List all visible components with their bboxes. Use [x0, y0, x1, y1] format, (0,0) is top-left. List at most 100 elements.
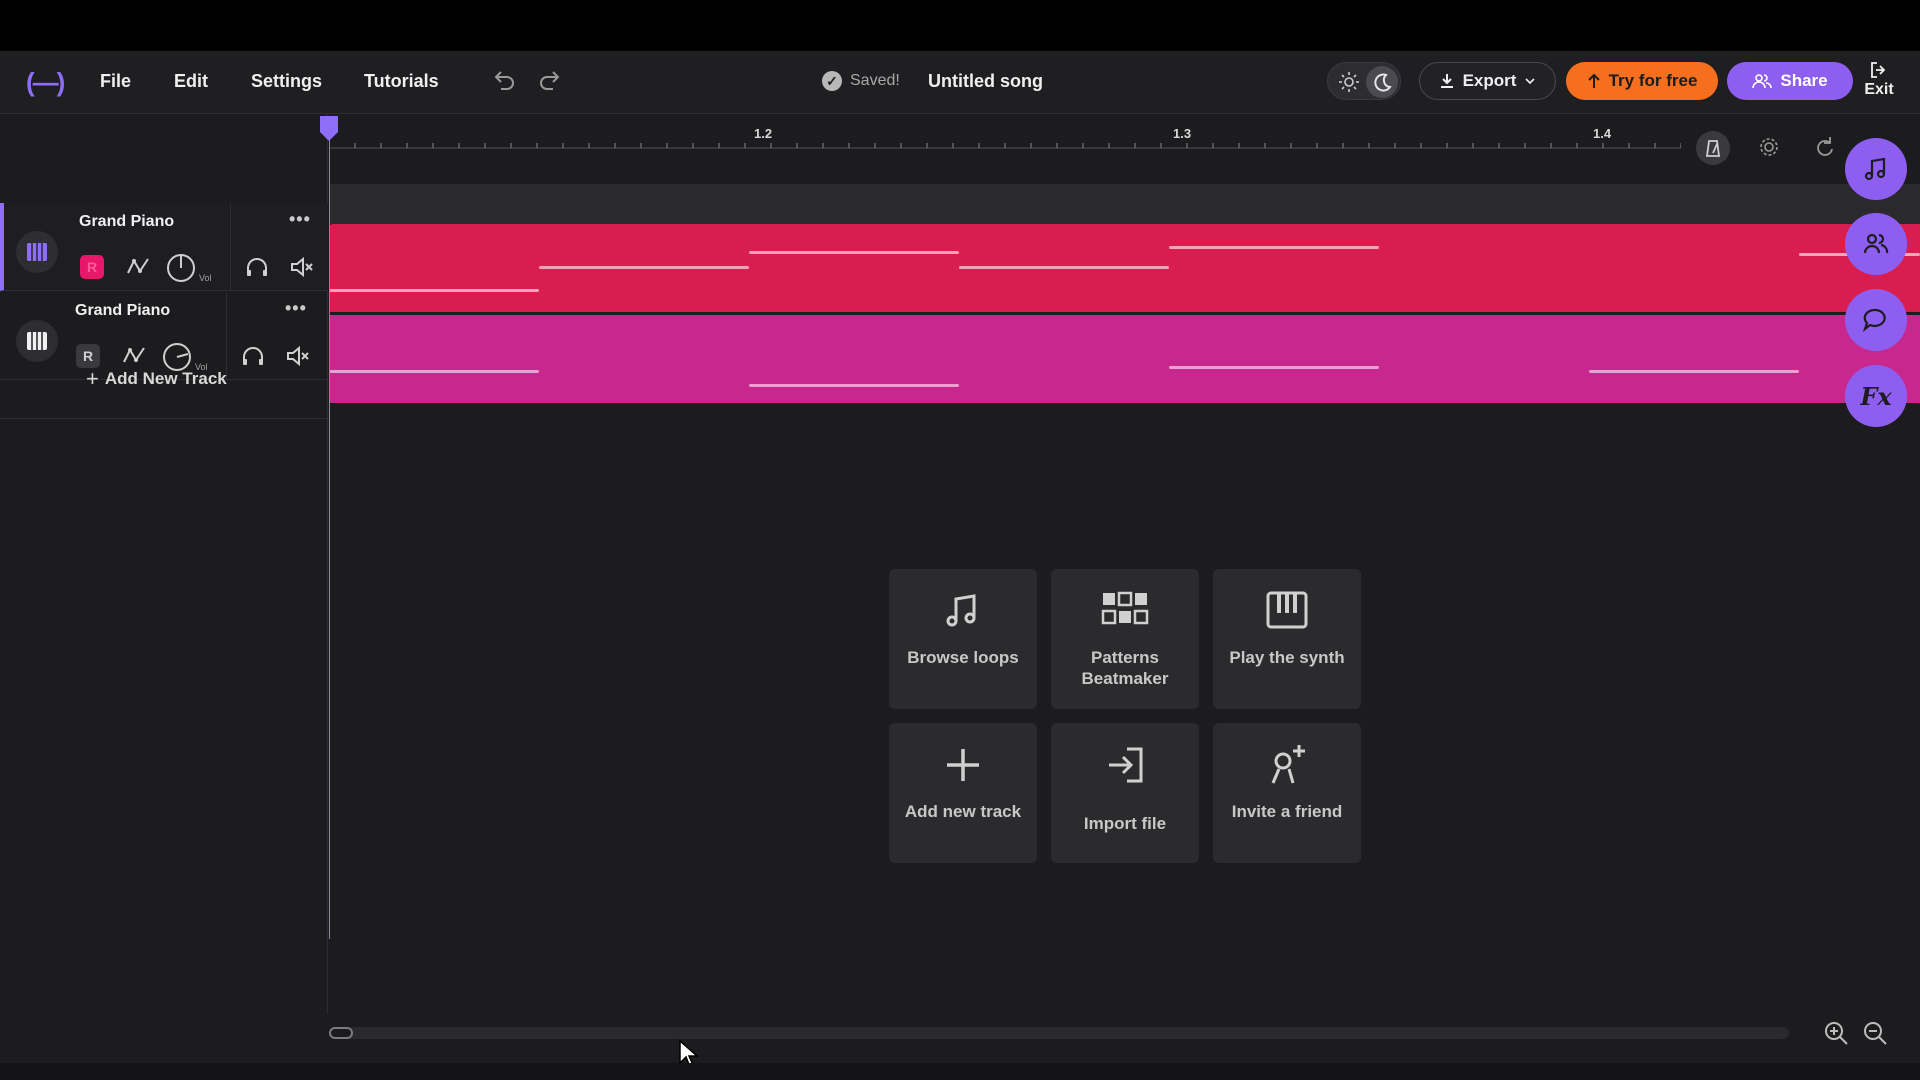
export-button[interactable]: Export — [1419, 62, 1556, 100]
arrow-up-icon — [1587, 73, 1600, 88]
piano-keys-icon — [27, 243, 47, 261]
loop-region[interactable] — [329, 184, 1920, 224]
horizontal-scrollbar[interactable] — [329, 1027, 1789, 1039]
zoom-in-button[interactable] — [1822, 1019, 1850, 1047]
piano-keys-icon — [1266, 591, 1308, 629]
import-file-label: Import file — [1083, 814, 1167, 833]
undo-icon — [494, 71, 514, 90]
midi-note[interactable] — [1589, 370, 1799, 373]
music-note-icon — [946, 594, 976, 627]
record-arm-button[interactable]: R — [80, 255, 104, 279]
settings-button[interactable] — [1753, 131, 1785, 163]
metronome-icon — [1705, 140, 1721, 157]
divider — [230, 203, 231, 291]
mute-button[interactable] — [284, 342, 312, 370]
midi-note[interactable] — [329, 289, 539, 292]
menu-tutorials[interactable]: Tutorials — [364, 71, 439, 92]
scrollbar-thumb[interactable] — [329, 1027, 353, 1039]
add-new-track-card[interactable]: Add new track — [889, 723, 1037, 863]
volume-label: Vol — [199, 273, 212, 283]
track-more-icon[interactable]: ••• — [285, 298, 307, 319]
patterns-beatmaker-card[interactable]: Patterns Beatmaker — [1051, 569, 1199, 709]
loop-button[interactable] — [1808, 131, 1840, 163]
chat-bubble-icon — [1862, 308, 1886, 333]
redo-button[interactable] — [535, 65, 567, 97]
top-toolbar: (—) File Edit Settings Tutorials ✓ Saved… — [0, 51, 1920, 114]
zoom-out-button[interactable] — [1861, 1019, 1889, 1047]
app-logo[interactable]: (—) — [26, 67, 70, 97]
midi-clip-track-2[interactable] — [329, 315, 1920, 403]
track-more-icon[interactable]: ••• — [289, 209, 311, 230]
record-arm-button[interactable]: R — [76, 344, 100, 368]
midi-note[interactable] — [1169, 366, 1379, 369]
midi-note[interactable] — [749, 384, 959, 387]
loop-icon — [1817, 137, 1833, 156]
patterns-beatmaker-label: Patterns Beatmaker — [1081, 648, 1169, 688]
theme-toggle[interactable] — [1327, 62, 1401, 100]
browse-loops-card[interactable]: Browse loops — [889, 569, 1037, 709]
effects-button[interactable]: Fx — [1845, 365, 1907, 427]
add-new-track-label: Add new track — [904, 802, 1022, 821]
user-plus-icon — [1271, 745, 1305, 784]
transport-bar — [0, 1063, 1920, 1080]
midi-note[interactable] — [1169, 246, 1379, 249]
sun-icon — [1339, 72, 1359, 92]
song-title[interactable]: Untitled song — [928, 71, 1043, 92]
add-new-track-button[interactable]: + Add New Track — [86, 366, 227, 392]
automation-button[interactable] — [124, 253, 152, 281]
loops-library-button[interactable] — [1845, 138, 1907, 200]
track-name[interactable]: Grand Piano — [79, 213, 174, 231]
save-status: ✓ Saved! — [822, 71, 900, 91]
menu-file[interactable]: File — [100, 71, 131, 92]
playhead-handle[interactable] — [318, 114, 340, 142]
save-status-label: Saved! — [850, 72, 900, 89]
ruler-label: 1.2 — [754, 126, 773, 141]
share-label: Share — [1780, 71, 1828, 90]
chevron-down-icon — [1525, 78, 1535, 85]
play-the-synth-card[interactable]: Play the synth — [1213, 569, 1361, 709]
track-instrument-icon[interactable] — [16, 320, 58, 362]
grid-pads-icon — [1101, 591, 1149, 625]
track-header-1[interactable]: Grand Piano ••• R Vol — [0, 203, 328, 291]
speaker-mute-icon — [287, 345, 309, 367]
solo-button[interactable] — [239, 342, 267, 370]
headphones-icon — [243, 347, 263, 365]
exit-label: Exit — [1864, 81, 1894, 98]
chat-button[interactable] — [1845, 289, 1907, 351]
menu-settings[interactable]: Settings — [251, 71, 322, 92]
import-file-card[interactable]: Import file — [1051, 723, 1199, 863]
midi-note[interactable] — [749, 251, 959, 254]
exit-button[interactable]: Exit — [1862, 61, 1896, 99]
solo-button[interactable] — [243, 253, 271, 281]
divider — [0, 418, 328, 419]
try-for-free-button[interactable]: Try for free — [1566, 62, 1718, 100]
track-name[interactable]: Grand Piano — [75, 302, 170, 320]
share-button[interactable]: Share — [1727, 62, 1853, 100]
midi-clip-track-1[interactable] — [329, 224, 1920, 312]
timeline-ruler[interactable]: 1.2 1.3 1.4 — [328, 114, 1682, 150]
invite-a-friend-label: Invite a friend — [1231, 802, 1343, 821]
headphones-icon — [247, 258, 267, 276]
ruler-label: 1.4 — [1593, 126, 1612, 141]
plus-icon — [947, 749, 979, 781]
import-icon — [1109, 747, 1143, 783]
menu-edit[interactable]: Edit — [174, 71, 208, 92]
metronome-button[interactable] — [1696, 131, 1730, 165]
fx-icon: Fx — [1860, 381, 1892, 411]
app-window: (—) File Edit Settings Tutorials ✓ Saved… — [0, 51, 1920, 1080]
invite-a-friend-card[interactable]: Invite a friend — [1213, 723, 1361, 863]
zoom-out-icon — [1864, 1022, 1887, 1045]
speaker-mute-icon — [291, 256, 313, 278]
midi-note[interactable] — [329, 370, 539, 373]
knob-icon — [167, 254, 195, 282]
undo-button[interactable] — [487, 65, 519, 97]
midi-note[interactable] — [539, 266, 749, 269]
mute-button[interactable] — [288, 253, 316, 281]
volume-knob[interactable] — [166, 253, 196, 283]
midi-note[interactable] — [959, 266, 1169, 269]
export-label: Export — [1462, 71, 1517, 90]
people-icon — [1863, 233, 1889, 254]
collaborators-button[interactable] — [1845, 213, 1907, 275]
track-instrument-icon[interactable] — [16, 231, 58, 273]
plus-icon: + — [86, 366, 99, 391]
